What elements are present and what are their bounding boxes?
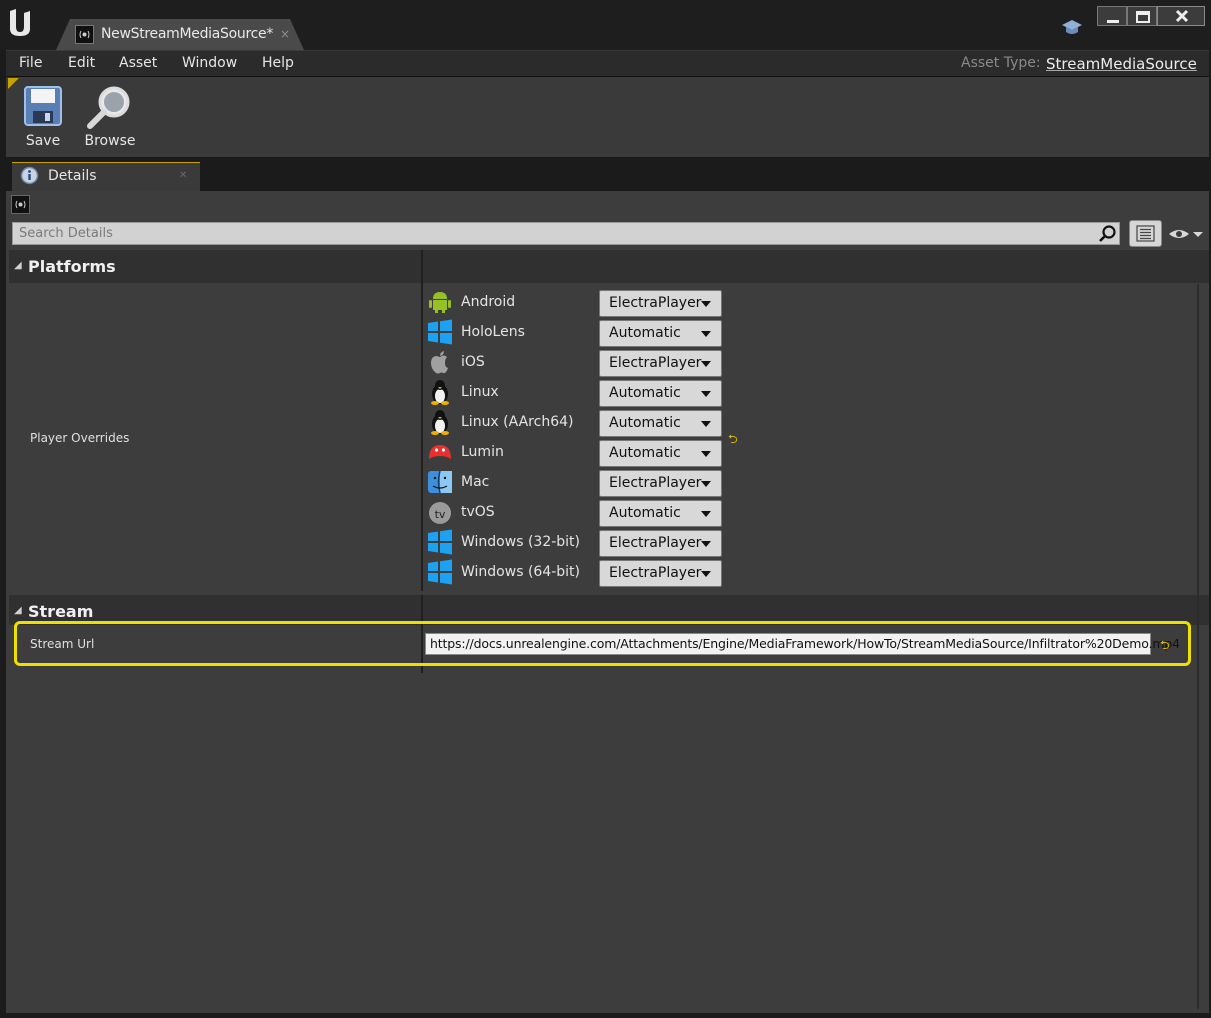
platform-name: Mac — [461, 474, 490, 490]
browse-button[interactable]: Browse — [78, 82, 142, 154]
appletv-icon: tv — [429, 502, 451, 524]
menu-file[interactable]: File — [19, 55, 42, 71]
dropdown-arrow-icon — [701, 481, 711, 487]
search-input[interactable] — [19, 226, 1089, 241]
windows-icon — [428, 559, 452, 585]
dropdown-value: Automatic — [609, 325, 681, 341]
asset-type-link[interactable]: StreamMediaSource — [1046, 55, 1197, 73]
player-override-dropdown-ios[interactable]: ElectraPlayer — [599, 350, 722, 377]
scrollbar[interactable] — [1197, 284, 1199, 1009]
menu-edit[interactable]: Edit — [68, 55, 95, 71]
player-override-dropdown-windows-64[interactable]: ElectraPlayer — [599, 560, 722, 587]
dropdown-value: ElectraPlayer — [609, 475, 702, 491]
dropdown-value: Automatic — [609, 505, 681, 521]
asset-thumbnail[interactable] — [11, 195, 30, 214]
minimize-button[interactable] — [1097, 6, 1127, 26]
menu-window[interactable]: Window — [182, 55, 237, 71]
svg-text:tv: tv — [435, 508, 446, 521]
platform-name: tvOS — [461, 504, 495, 520]
close-window-button[interactable] — [1157, 6, 1205, 26]
category-title: Stream — [28, 602, 94, 621]
platform-name: Linux — [461, 384, 499, 400]
media-source-icon — [75, 25, 94, 44]
graduation-cap-icon[interactable] — [1061, 17, 1083, 37]
floppy-disk-icon — [24, 86, 62, 126]
player-override-dropdown-mac[interactable]: ElectraPlayer — [599, 470, 722, 497]
linux-penguin-icon — [431, 410, 449, 435]
category-platforms-header[interactable] — [9, 250, 1209, 283]
platform-name: Windows (32-bit) — [461, 534, 580, 550]
platform-name: Lumin — [461, 444, 504, 460]
windows-icon — [428, 319, 452, 345]
apple-icon — [431, 351, 448, 374]
highlight-frame — [14, 621, 1191, 666]
platform-name: Linux (AArch64) — [461, 414, 574, 430]
reset-to-default-icon[interactable]: ⮌ — [728, 430, 738, 451]
player-override-dropdown-hololens[interactable]: Automatic — [599, 320, 722, 347]
list-view-icon — [1136, 225, 1155, 242]
android-icon — [429, 292, 451, 313]
dropdown-value: ElectraPlayer — [609, 535, 702, 551]
info-icon — [20, 166, 39, 185]
category-title: Platforms — [28, 257, 116, 276]
save-label: Save — [25, 133, 61, 149]
collapse-arrow-icon[interactable]: ◢ — [14, 260, 22, 271]
linux-penguin-icon — [431, 380, 449, 405]
column-divider[interactable] — [421, 250, 423, 591]
dropdown-value: Automatic — [609, 415, 681, 431]
dropdown-value: Automatic — [609, 385, 681, 401]
player-override-dropdown-linux[interactable]: Automatic — [599, 380, 722, 407]
player-override-dropdown-tvos[interactable]: Automatic — [599, 500, 722, 527]
player-overrides-label: Player Overrides — [30, 431, 130, 445]
platform-name: iOS — [461, 354, 485, 370]
document-tab-title: NewStreamMediaSource* — [101, 26, 274, 42]
platform-name: HoloLens — [461, 324, 525, 340]
dropdown-value: Automatic — [609, 445, 681, 461]
player-override-dropdown-linux-aarch64[interactable]: Automatic — [599, 410, 722, 437]
toolbar — [6, 77, 1209, 157]
tab-details[interactable] — [12, 162, 200, 191]
windows-icon — [428, 529, 452, 555]
menu-asset[interactable]: Asset — [119, 55, 157, 71]
dropdown-arrow-icon — [701, 541, 711, 547]
dropdown-arrow-icon — [701, 571, 711, 577]
mac-finder-icon — [428, 470, 452, 494]
unreal-logo-icon[interactable] — [6, 5, 36, 39]
search-icon[interactable] — [1097, 224, 1117, 244]
menu-help[interactable]: Help — [262, 55, 294, 71]
dropdown-value: ElectraPlayer — [609, 295, 702, 311]
dropdown-arrow-icon — [701, 301, 711, 307]
magnifier-icon — [87, 86, 130, 129]
dropdown-arrow-icon — [701, 511, 711, 517]
asset-type-label: Asset Type: — [961, 55, 1041, 71]
platform-name: Android — [461, 294, 516, 310]
dropdown-value: ElectraPlayer — [609, 355, 702, 371]
player-override-dropdown-lumin[interactable]: Automatic — [599, 440, 722, 467]
close-tab-icon[interactable]: ✕ — [179, 170, 187, 181]
dropdown-arrow-icon — [701, 451, 711, 457]
platform-name: Windows (64-bit) — [461, 564, 580, 580]
player-override-dropdown-android[interactable]: ElectraPlayer — [599, 290, 722, 317]
dropdown-arrow-icon — [701, 421, 711, 427]
dropdown-arrow-icon — [701, 361, 711, 367]
close-tab-icon[interactable]: × — [280, 27, 290, 41]
dropdown-arrow-icon — [701, 331, 711, 337]
eye-visibility-icon[interactable] — [1167, 226, 1205, 242]
dropdown-arrow-icon — [701, 391, 711, 397]
view-options-button[interactable] — [1129, 220, 1162, 247]
lumin-icon — [429, 445, 451, 459]
search-box — [12, 222, 1120, 245]
details-tab-label: Details — [48, 168, 97, 184]
collapse-arrow-icon[interactable]: ◢ — [14, 605, 22, 616]
dropdown-value: ElectraPlayer — [609, 565, 702, 581]
browse-label: Browse — [84, 133, 136, 149]
save-button[interactable]: Save — [15, 82, 71, 154]
player-override-dropdown-windows-32[interactable]: ElectraPlayer — [599, 530, 722, 557]
maximize-button[interactable] — [1127, 6, 1157, 26]
